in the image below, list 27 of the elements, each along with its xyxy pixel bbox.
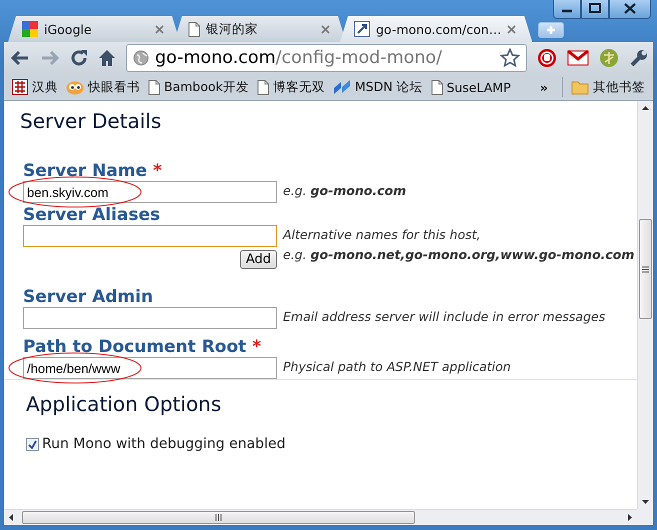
bookmark[interactable]: SuseLAMP — [426, 76, 515, 98]
field-hint: Alternative names for this host, e.g. go-mono.net,go-mono.org,www.go-mono.com — [283, 226, 634, 264]
field-label: Server Name — [23, 161, 148, 181]
field-label: Server Aliases — [23, 205, 160, 225]
section-heading: Server Details — [20, 109, 162, 133]
add-button[interactable]: Add — [240, 250, 277, 269]
required-mark: * — [153, 161, 162, 181]
field-label: Server Admin — [23, 287, 154, 307]
url-text: go-mono.com/config-mod-mono/ — [155, 48, 444, 68]
section-heading: Application Options — [26, 392, 222, 416]
field-hint: Email address server will include in error messages — [283, 308, 606, 326]
text-field[interactable]: /home/ben/www — [23, 357, 277, 379]
field-hint: Physical path to ASP.NET application — [283, 358, 511, 376]
browser-tab[interactable]: go-mono.com/con… — [340, 16, 532, 42]
more-bookmarks-button[interactable]: » — [532, 76, 556, 98]
bookmark[interactable]: Bambook开发 — [144, 76, 253, 98]
bookmark[interactable]: MSDN 论坛 — [328, 76, 427, 98]
other-bookmarks-folder[interactable]: 其他书签 — [567, 76, 649, 98]
field-hint: e.g. go-mono.com — [283, 182, 406, 200]
field-label: Path to Document Root — [23, 337, 246, 357]
required-mark: * — [252, 337, 262, 357]
bookmark[interactable]: 博客无双 — [252, 76, 329, 98]
bookmark[interactable]: 快眼看书 — [62, 76, 144, 98]
checkbox-label: Run Mono with debugging enabled — [42, 436, 286, 452]
bookmark[interactable]: 汉典 — [8, 76, 62, 98]
address-bar[interactable]: go-mono.com/config-mod-mono/ — [126, 44, 527, 72]
text-field[interactable]: ben.skyiv.com — [23, 181, 277, 203]
